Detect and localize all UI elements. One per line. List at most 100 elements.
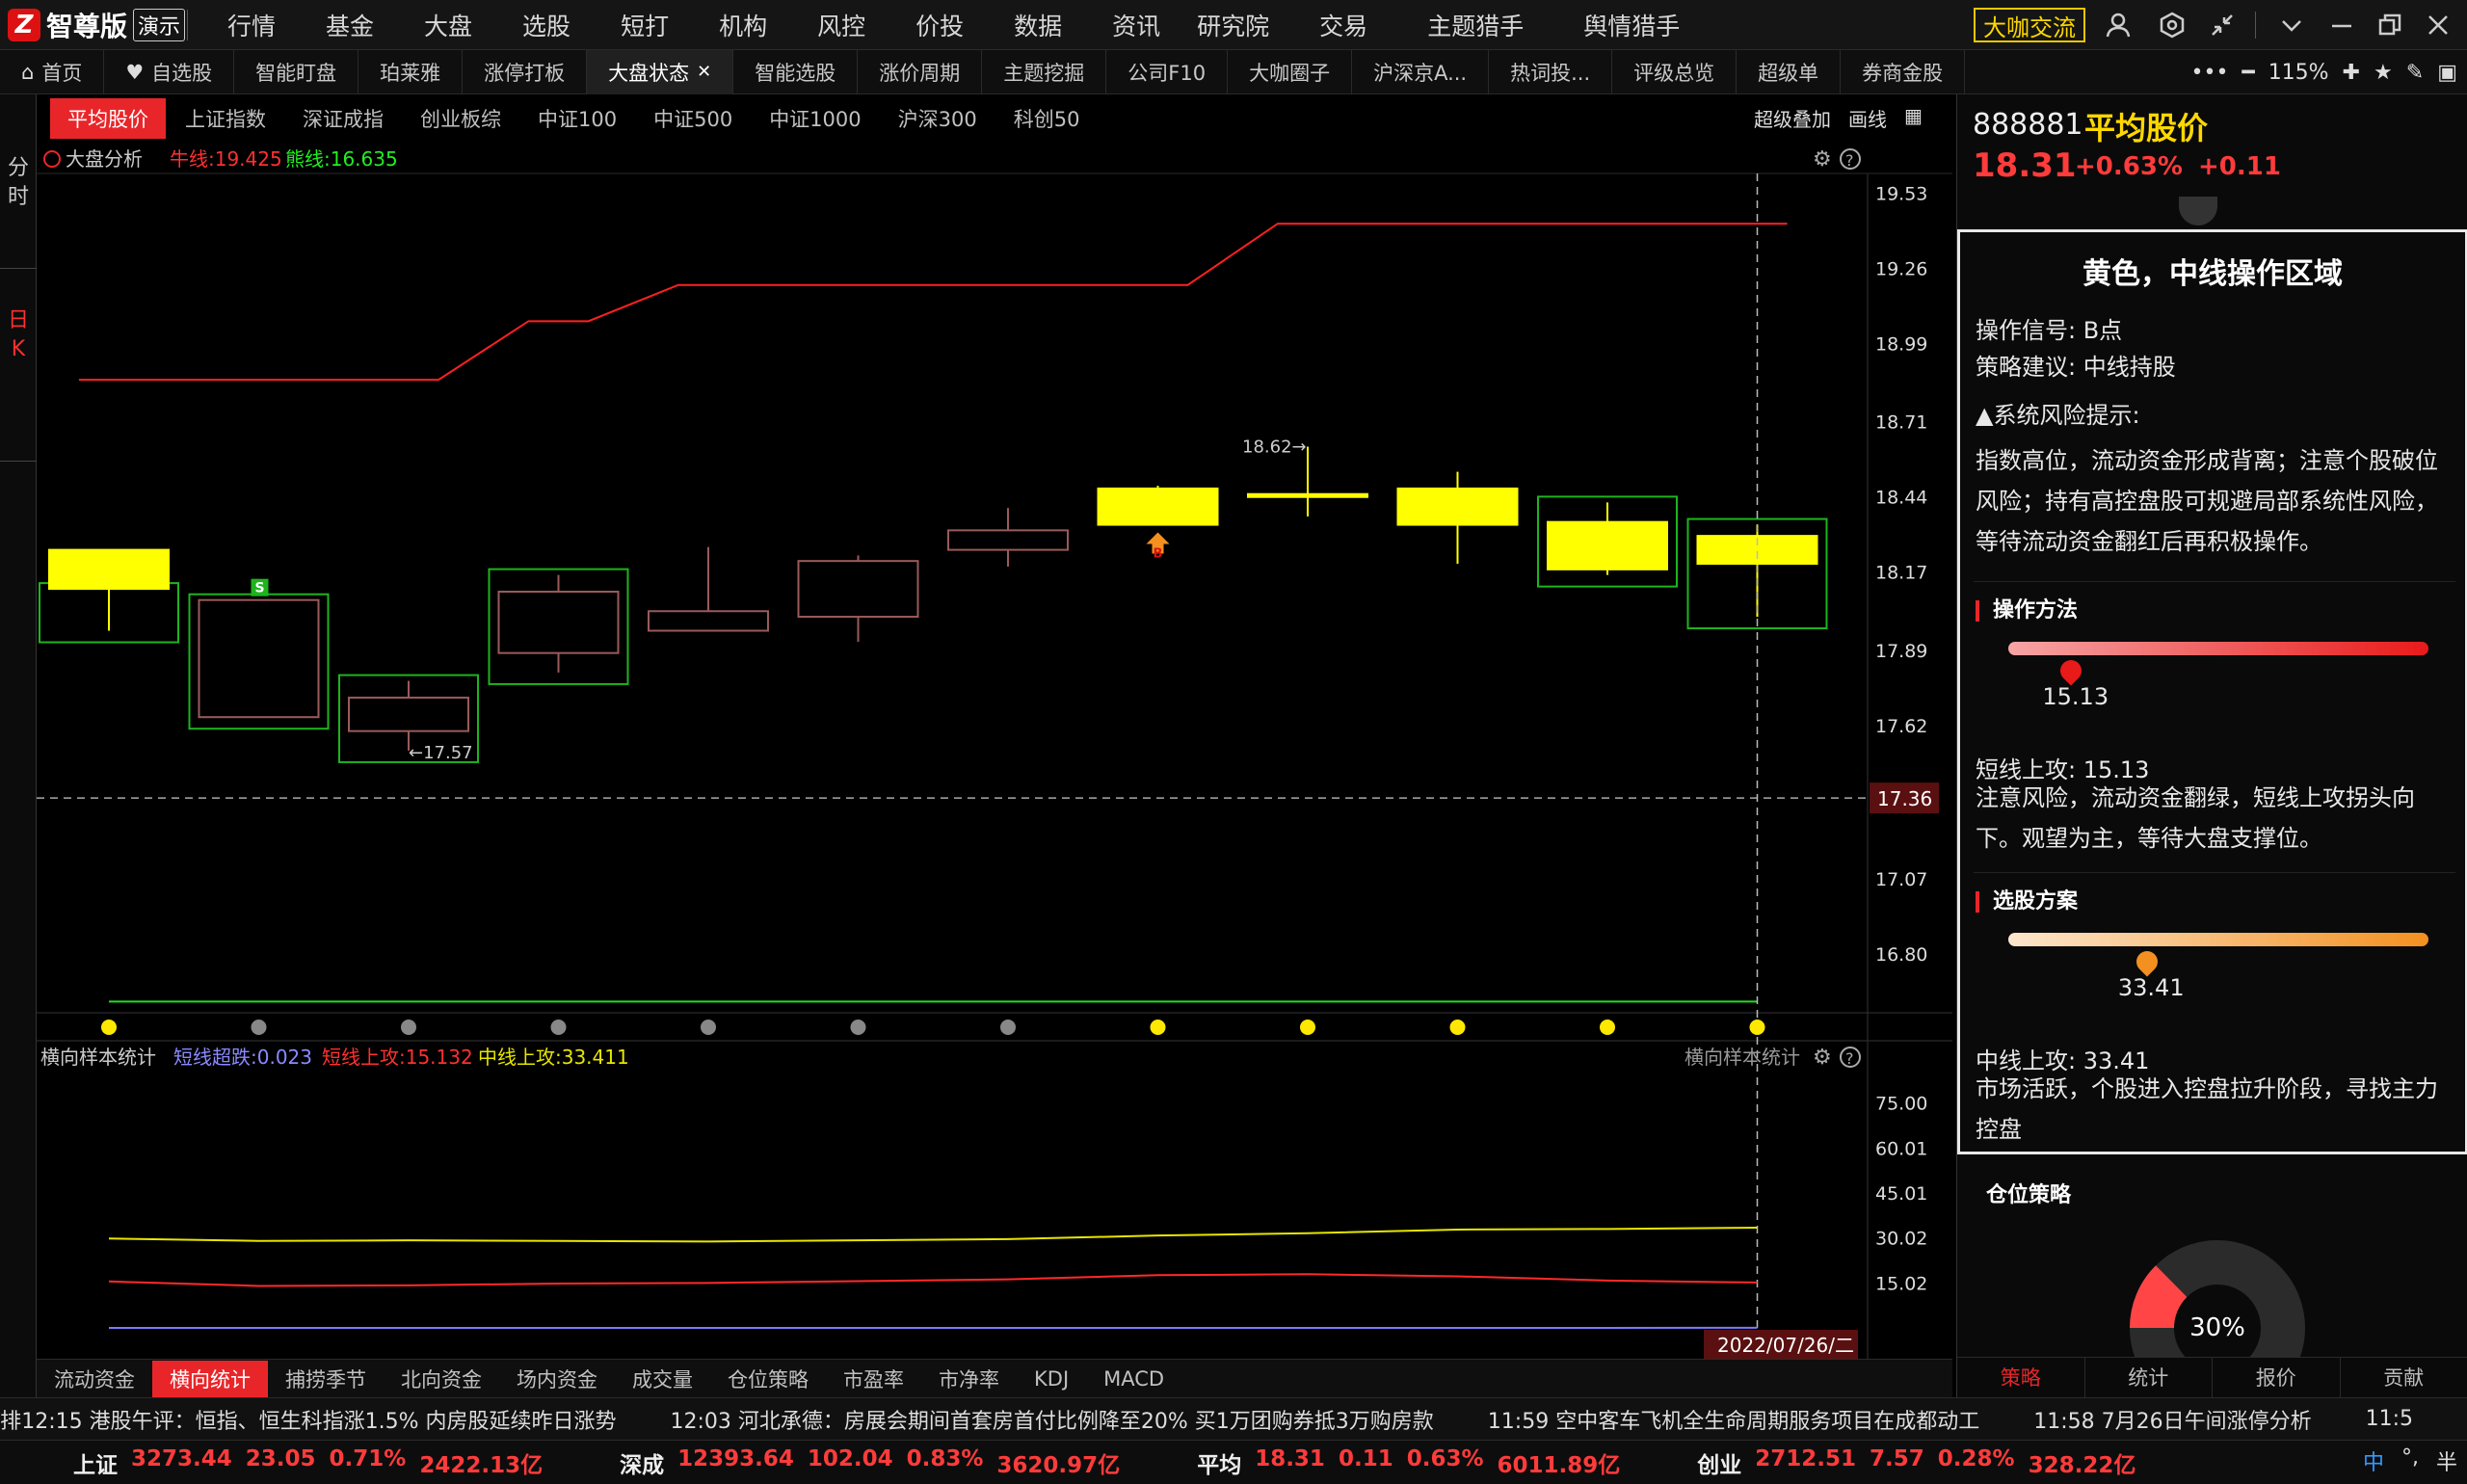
more-icon[interactable]: ••• — [2191, 61, 2229, 85]
candle-body[interactable] — [648, 610, 769, 632]
indicator-tab[interactable]: 市盈率 — [826, 1361, 921, 1397]
index-tab[interactable]: 上证指数 — [168, 98, 283, 139]
menu-item[interactable]: 资讯 — [1112, 8, 1160, 42]
right-tab[interactable]: 统计 — [2085, 1358, 2213, 1397]
tab-item[interactable]: ⌂ 首页 — [0, 49, 105, 94]
candle-body[interactable] — [1547, 520, 1668, 570]
index-tab[interactable]: 创业板综 — [403, 98, 518, 139]
candle-body[interactable] — [1396, 487, 1519, 526]
news-item[interactable]: 11:59 空中客车飞机全生命周期服务项目在成都动工 — [1488, 1404, 1979, 1435]
overlay-button[interactable]: 超级叠加 — [1754, 104, 1831, 132]
menu-item[interactable]: 交易 — [1319, 8, 1367, 42]
minimize-icon[interactable] — [2324, 8, 2359, 42]
tab-item[interactable]: 涨价周期 — [858, 49, 983, 94]
chart-area[interactable]: 大盘分析 牛线:19.425 熊线:16.635 ⚙ ? 19.53 19.26 18.99 1… — [37, 143, 1952, 1359]
index-tab[interactable]: 沪深300 — [881, 98, 995, 139]
menu-item[interactable]: 选股 — [522, 8, 570, 42]
tab-item[interactable]: 公司F10 — [1106, 49, 1229, 94]
ime-width[interactable]: 半 — [2436, 1445, 2457, 1476]
indicator-tab[interactable]: 市净率 — [921, 1361, 1017, 1397]
index-quote[interactable]: 平均 18.31 0.11 0.63% 6011.89亿 — [1197, 1446, 1620, 1479]
grid-icon[interactable]: ▦ — [1904, 104, 1923, 132]
index-tab[interactable]: 深证成指 — [285, 98, 401, 139]
restore-icon[interactable] — [2373, 8, 2407, 42]
tab-item[interactable]: 智能选股 — [733, 49, 859, 94]
menu-item[interactable]: 风控 — [817, 8, 865, 42]
fenshi-button[interactable]: 分 时 — [0, 154, 37, 212]
menu-item[interactable]: 基金 — [326, 8, 374, 42]
tab-item[interactable]: 大盘状态 ✕ — [587, 49, 734, 94]
page-icon[interactable]: ▣ — [2437, 61, 2457, 85]
index-tab[interactable]: 中证500 — [636, 98, 750, 139]
indicator-tab[interactable]: 流动资金 — [37, 1361, 152, 1397]
tab-item[interactable]: 券商金股 — [1841, 49, 1966, 94]
indicator-tab[interactable]: 北向资金 — [384, 1361, 499, 1397]
candle-body[interactable] — [48, 548, 170, 591]
app-logo[interactable]: Z 智尊版 演示 — [8, 8, 186, 42]
index-quote[interactable]: 创业 2712.51 7.57 0.28% 328.22亿 — [1697, 1446, 2135, 1479]
tab-item[interactable]: 珀莱雅 — [358, 49, 464, 94]
rik-button[interactable]: 日 K — [0, 306, 37, 364]
index-tab[interactable]: 平均股价 — [50, 98, 166, 139]
indicator-tab[interactable]: 仓位策略 — [710, 1361, 826, 1397]
menu-item[interactable]: 大盘 — [424, 8, 472, 42]
tab-item[interactable]: 超级单 — [1737, 49, 1842, 94]
dakafe-button[interactable]: 大咖交流 — [1974, 8, 2085, 42]
candle-body[interactable] — [1247, 492, 1368, 498]
indicator-tab[interactable]: 成交量 — [615, 1361, 710, 1397]
indicator-tab[interactable]: MACD — [1086, 1364, 1181, 1394]
right-tab[interactable]: 贡献 — [2341, 1358, 2467, 1397]
user-icon[interactable] — [2101, 8, 2135, 42]
candle-body[interactable] — [497, 591, 620, 654]
indicator-tab[interactable]: KDJ — [1017, 1364, 1086, 1394]
tab-item[interactable]: 大咖圈子 — [1228, 49, 1353, 94]
menu-item[interactable]: 机构 — [719, 8, 767, 42]
menu-item[interactable]: 主题猎手 — [1427, 8, 1524, 42]
index-quote[interactable]: 上证 3273.44 23.05 0.71% 2422.13亿 — [73, 1446, 543, 1479]
candle-body[interactable] — [947, 529, 1069, 551]
shrink-icon[interactable] — [2205, 8, 2240, 42]
draw-line-button[interactable]: 画线 — [1848, 104, 1887, 132]
index-quote[interactable]: 深成 12393.64 102.04 0.83% 3620.97亿 — [620, 1446, 1120, 1479]
news-item[interactable]: 11:58 7月26日午间涨停分析 — [2033, 1404, 2311, 1435]
settings-icon[interactable] — [2155, 8, 2189, 42]
menu-item[interactable]: 舆情猎手 — [1583, 8, 1680, 42]
right-tab[interactable]: 报价 — [2213, 1358, 2341, 1397]
ime-punct[interactable]: °, — [2401, 1445, 2419, 1476]
menu-item[interactable]: 研究院 — [1197, 8, 1269, 42]
tab-item[interactable]: ♥ 自选股 — [104, 49, 235, 94]
tab-item[interactable]: 评级总览 — [1612, 49, 1738, 94]
tab-item[interactable]: 主题挖掘 — [982, 49, 1107, 94]
news-item[interactable]: 12:15 港股午评：恒指、恒生科指涨1.5% 内房股延续昨日涨势 — [21, 1404, 616, 1435]
index-tab[interactable]: 中证100 — [520, 98, 634, 139]
candle-body[interactable] — [348, 696, 469, 732]
settings-icon[interactable]: ⚙ — [1813, 147, 1832, 172]
candle-body[interactable] — [797, 560, 919, 619]
tab-close-icon[interactable]: ✕ — [697, 62, 711, 82]
indicator-tab[interactable]: 横向统计 — [152, 1360, 268, 1397]
tab-item[interactable]: 沪深京A... — [1352, 49, 1490, 94]
pen-icon[interactable]: ✎ — [2406, 61, 2424, 85]
right-tab[interactable]: 策略 — [1957, 1358, 2085, 1397]
candle-body[interactable] — [1097, 487, 1219, 526]
menu-item[interactable]: 行情 — [227, 8, 276, 42]
menu-item[interactable]: 数据 — [1014, 8, 1062, 42]
tab-item[interactable]: 热词投... — [1489, 49, 1613, 94]
index-tab[interactable]: 中证1000 — [752, 98, 878, 139]
close-icon[interactable] — [2421, 8, 2455, 42]
sub-settings-icon[interactable]: ⚙ — [1813, 1046, 1832, 1070]
indicator-tab[interactable]: 捕捞季节 — [268, 1361, 384, 1397]
news-lead[interactable]: 排 — [0, 1404, 21, 1435]
candle-body[interactable] — [198, 598, 320, 719]
news-item[interactable]: 11:5 — [2366, 1407, 2413, 1431]
tab-item[interactable]: 涨停打板 — [463, 49, 588, 94]
indicator-tab[interactable]: 场内资金 — [499, 1361, 615, 1397]
news-item[interactable]: 12:03 河北承德：房展会期间首套房首付比例降至20% 买1万团购券抵3万购房… — [671, 1404, 1434, 1435]
menu-item[interactable]: 短打 — [621, 8, 669, 42]
zoom-in-icon[interactable]: ✚ — [2343, 61, 2360, 85]
menu-item[interactable]: 价投 — [915, 8, 964, 42]
star-icon[interactable]: ★ — [2374, 61, 2393, 85]
chevron-down-icon[interactable] — [2274, 8, 2309, 42]
index-tab[interactable]: 科创50 — [996, 98, 1098, 139]
zoom-out-icon[interactable]: ━ — [2242, 61, 2254, 85]
